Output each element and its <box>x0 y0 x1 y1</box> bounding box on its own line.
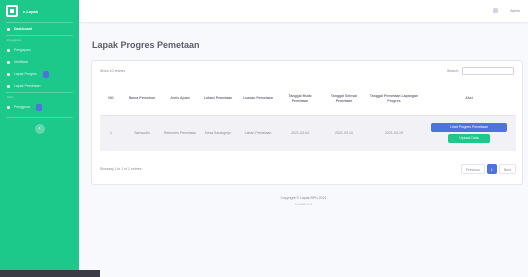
sidebar-brand[interactable]: e-Lapak <box>0 0 79 22</box>
sidebar-heading: Pengajuan <box>7 38 22 42</box>
page-footer: Copyright © Lapak BPN 2021 e-Lapak v1.0 <box>79 196 528 206</box>
user-name[interactable]: Admin <box>510 9 520 13</box>
column-header[interactable]: Tanggal Mulai Pemetaan <box>278 83 322 116</box>
search-area: Search: <box>447 67 514 75</box>
column-header[interactable]: Jenis Ajuan <box>162 83 198 116</box>
upload-data-button[interactable]: Upload Data <box>448 134 490 144</box>
folder-icon <box>7 48 10 52</box>
data-table-card: Show 10 entries Search: NO Nama Pemohon … <box>91 60 523 185</box>
sidebar-divider <box>6 117 73 118</box>
sidebar-item-label: Pengguna <box>14 105 30 109</box>
sidebar-item-dashboard[interactable]: Dashboard <box>0 23 79 35</box>
table-header-row: NO Nama Pemohon Jenis Ajuan Lokasi Pemet… <box>100 83 516 116</box>
sidebar-heading: Akun <box>7 95 14 99</box>
table-cell: Lahan Pemetaan <box>238 115 278 151</box>
brand-name: e-Lapak <box>23 8 39 14</box>
sidebar-item-label: Pengajuan <box>14 48 31 52</box>
pagination-previous[interactable]: Previous <box>461 164 485 174</box>
map-icon <box>7 84 10 88</box>
table-row: 1 Samsudin Rekomen Pemetaan Desa Karangr… <box>100 115 516 151</box>
table-cell: 2021-03-04 <box>278 115 322 151</box>
column-header[interactable]: Lokasi Pemetaan <box>198 83 238 116</box>
sidebar-item-label: Dashboard <box>14 27 33 31</box>
taskbar-strip <box>0 270 100 277</box>
sidebar-item-label: Lapak Progres <box>14 72 37 76</box>
column-header[interactable]: Tanggal Selesai Pemetaan <box>322 83 366 116</box>
logo-icon <box>6 5 18 17</box>
sidebar-item-pengguna[interactable]: Pengguna <box>0 101 79 113</box>
table-cell: Samsudin <box>122 115 162 151</box>
column-header[interactable]: Tanggal Pemetaan Lapangan Progres <box>366 83 422 116</box>
sidebar-item-lapak-pemetaan[interactable]: Lapak Pemetaan <box>0 80 79 92</box>
column-header[interactable]: Nama Pemohon <box>122 83 162 116</box>
table-controls: Show 10 entries Search: <box>92 61 522 81</box>
entries-length-select[interactable]: Show 10 entries <box>100 69 125 73</box>
pagination: Previous 1 Next <box>461 164 516 174</box>
dashboard-icon <box>7 27 10 31</box>
topbar-user-area: Admin <box>493 8 520 13</box>
search-input[interactable] <box>462 67 514 75</box>
pagination-page[interactable]: 1 <box>486 164 497 174</box>
notification-badge <box>42 70 49 78</box>
footer-subtext: e-Lapak v1.0 <box>294 202 313 206</box>
table-info: Showing 1 to 1 of 1 entries <box>100 167 142 171</box>
sidebar-toggle-button[interactable]: ‹ <box>34 124 45 134</box>
pagination-next[interactable]: Next <box>498 164 516 174</box>
chart-icon <box>7 72 10 76</box>
table-cell: 2021-03-15 <box>366 115 422 151</box>
action-cell: Lihat Progres Pemetaan Upload Data <box>422 115 516 151</box>
notification-badge <box>35 103 42 111</box>
check-icon <box>7 60 10 64</box>
sidebar-item-label: Verifikasi <box>14 60 29 64</box>
column-header: Aksi <box>422 83 516 116</box>
bell-icon[interactable] <box>493 8 499 13</box>
topbar: Admin <box>79 0 528 22</box>
progress-table: NO Nama Pemohon Jenis Ajuan Lokasi Pemet… <box>100 83 516 151</box>
table-cell: 1 <box>100 115 122 151</box>
table-cell: 2021-03-10 <box>322 115 366 151</box>
sidebar: e-Lapak Dashboard Pengajuan Pengajuan Ve… <box>0 0 79 270</box>
search-label: Search: <box>446 69 459 73</box>
table-cell: Desa Karangrejo <box>198 115 238 151</box>
view-progress-button[interactable]: Lihat Progres Pemetaan <box>431 123 507 133</box>
sidebar-item-label: Lapak Pemetaan <box>14 84 41 88</box>
page-title: Lapak Progres Pemetaan <box>92 40 200 50</box>
chevron-left-icon: ‹ <box>38 126 41 132</box>
column-header[interactable]: Luasan Pemetaan <box>238 83 278 116</box>
sidebar-item-pengajuan[interactable]: Pengajuan <box>0 44 79 56</box>
table-cell: Rekomen Pemetaan <box>162 115 198 151</box>
user-icon <box>7 105 10 109</box>
column-header[interactable]: NO <box>100 83 122 116</box>
sidebar-item-verifikasi[interactable]: Verifikasi <box>0 56 79 68</box>
sidebar-item-lapak-progres[interactable]: Lapak Progres <box>0 68 79 80</box>
copyright-text: Copyright © Lapak BPN 2021 <box>280 196 327 200</box>
table-footer: Showing 1 to 1 of 1 entries Previous 1 N… <box>100 162 516 176</box>
